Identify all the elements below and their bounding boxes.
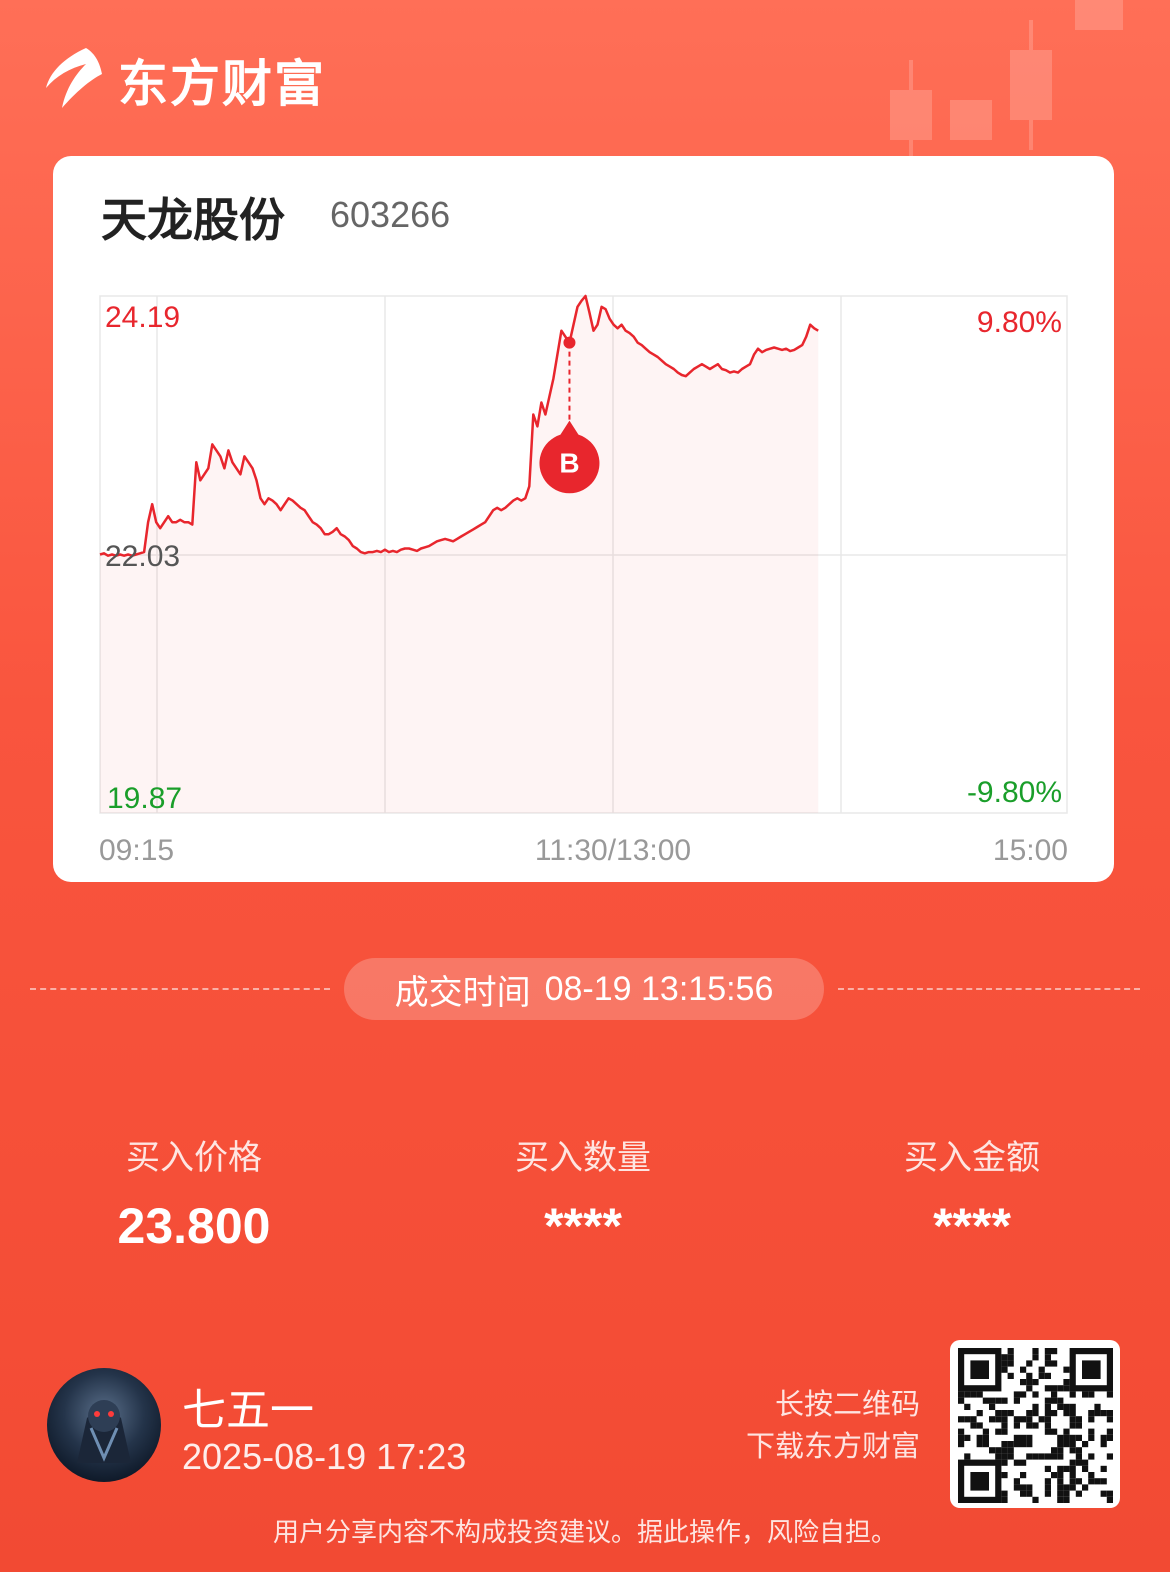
y-bottom-label: 19.87 [107, 782, 182, 815]
stock-chart-card[interactable]: 天龙股份 603266 B 24.19 22.03 19.87 9.80% -9… [53, 156, 1114, 882]
trade-time-label: 成交时间 [394, 973, 531, 1012]
buy-marker-label: B [559, 448, 579, 479]
y-mid-label: 22.03 [105, 540, 180, 573]
user-avatar[interactable] [47, 1368, 161, 1482]
brand-logo: 东方财富 [46, 44, 326, 116]
stat-value: **** [544, 1198, 622, 1254]
trade-time-pill: 成交时间 08-19 13:15:56 [344, 958, 824, 1020]
pct-bottom-label: -9.80% [967, 776, 1062, 809]
stat-value: **** [933, 1198, 1011, 1254]
stat-label: 买入数量 [515, 1139, 651, 1177]
qr-code-icon [958, 1348, 1113, 1503]
stat-buy-amount: 买入金额 **** [822, 1130, 1122, 1255]
qr-hint: 长按二维码 下载东方财富 [720, 1384, 920, 1468]
trade-stats: 买入价格 23.800 买入数量 **** 买入金额 **** [0, 1130, 1170, 1270]
trade-time-row: 成交时间 08-19 13:15:56 [30, 958, 1140, 1020]
eastmoney-logo-icon [46, 48, 102, 108]
brand-name: 东方财富 [118, 56, 326, 112]
avatar-image [77, 1400, 131, 1463]
x-label-open: 09:15 [99, 834, 174, 867]
dashed-divider-right [838, 988, 1140, 990]
stat-label: 买入金额 [904, 1139, 1040, 1177]
stat-value: 23.800 [117, 1198, 271, 1254]
disclaimer: 用户分享内容不构成投资建议。据此操作，风险自担。 [272, 1517, 897, 1547]
qr-hint-line2: 下载东方财富 [745, 1431, 920, 1463]
price-area-fill [100, 296, 819, 813]
y-top-label: 24.19 [105, 301, 180, 334]
share-timestamp: 2025-08-19 17:23 [182, 1436, 467, 1477]
intraday-chart: B 24.19 22.03 19.87 9.80% -9.80% 09:15 1… [99, 294, 1068, 867]
x-label-close: 15:00 [993, 834, 1068, 867]
stat-buy-quantity: 买入数量 **** [433, 1130, 733, 1255]
stat-buy-price: 买入价格 23.800 [44, 1130, 344, 1255]
qr-hint-line1: 长按二维码 [774, 1389, 920, 1421]
dashed-divider-left [30, 988, 330, 990]
qr-code[interactable] [950, 1340, 1120, 1508]
stat-label: 买入价格 [126, 1139, 262, 1177]
buy-marker-dot [563, 336, 576, 349]
x-label-midday: 11:30/13:00 [535, 834, 691, 867]
trade-time-value: 08-19 13:15:56 [544, 969, 774, 1008]
pct-top-label: 9.80% [977, 306, 1062, 339]
user-name: 七五一 [182, 1386, 314, 1435]
